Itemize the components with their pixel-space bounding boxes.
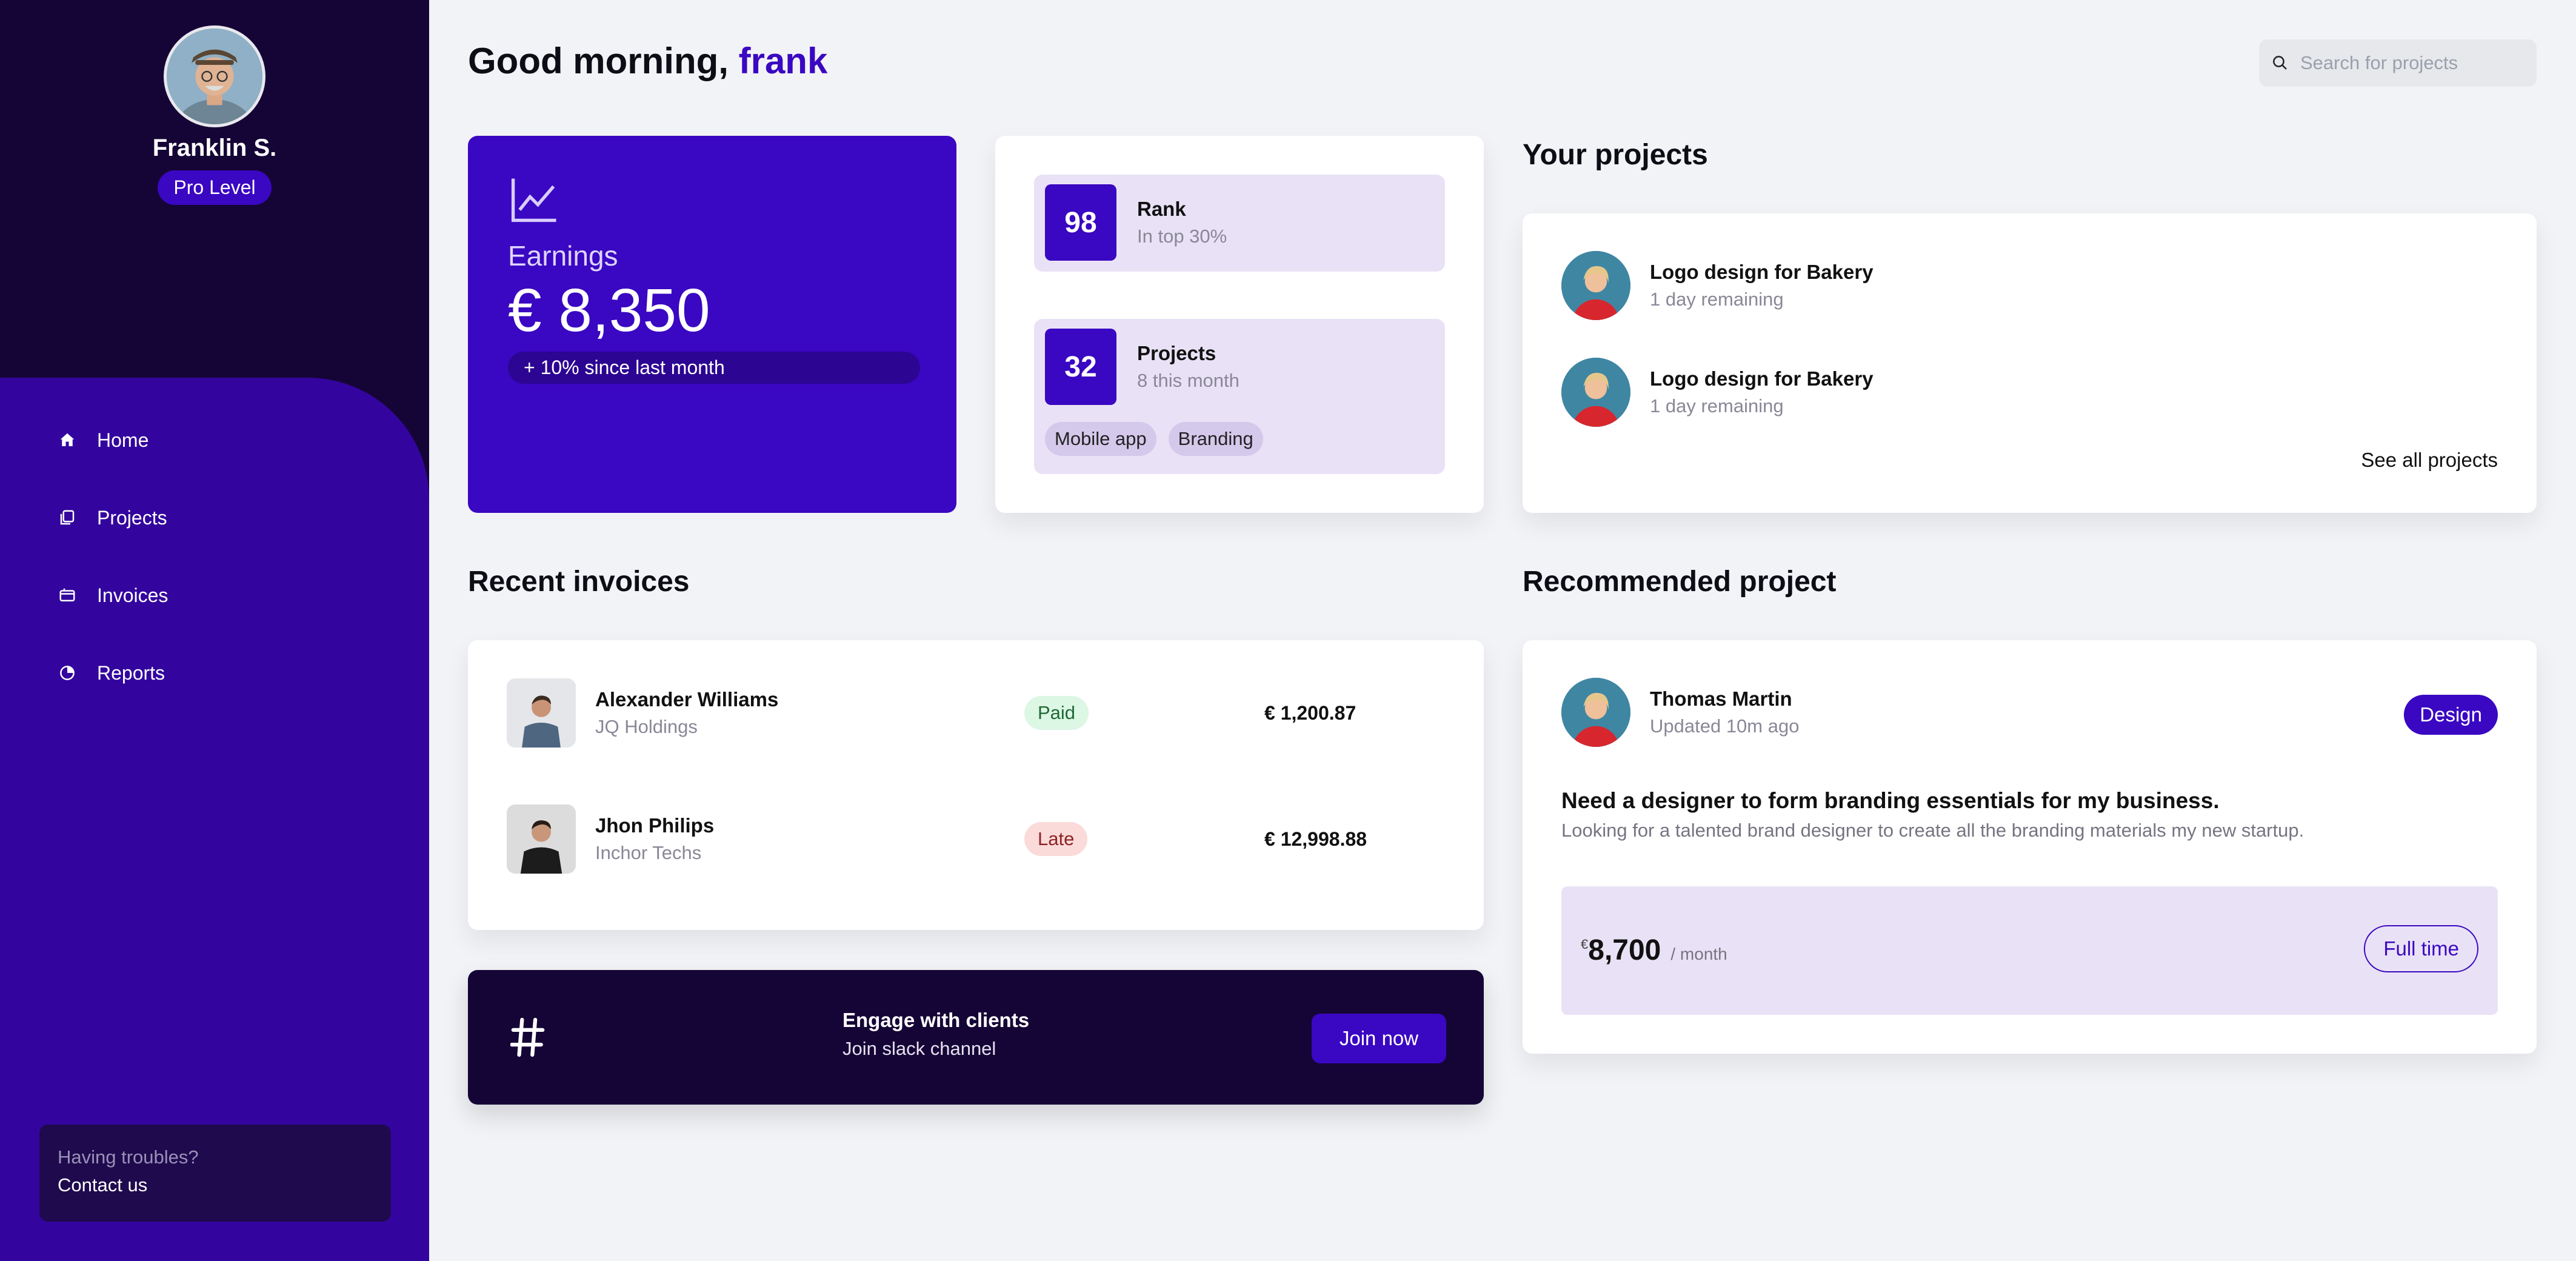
- sidebar-item-home[interactable]: Home: [0, 418, 429, 462]
- table-row[interactable]: Alexander Williams JQ Holdings Paid € 1,…: [507, 678, 1445, 748]
- sidebar-item-label: Reports: [97, 661, 165, 684]
- recommended-project-heading: Need a designer to form branding essenti…: [1561, 788, 2220, 813]
- profile-name: Franklin S.: [152, 135, 277, 161]
- rank-title: Rank: [1137, 198, 1186, 220]
- home-icon: [60, 433, 75, 446]
- recommended-person-name: Thomas Martin: [1650, 687, 1792, 710]
- list-item[interactable]: Logo design for Bakery 1 day remaining: [1561, 358, 2498, 427]
- avatar: [1561, 251, 1630, 320]
- rank-subtitle: In top 30%: [1137, 226, 1227, 247]
- invoice-client-name: Alexander Williams: [595, 688, 779, 711]
- engage-banner: Engage with clients Join slack channel J…: [468, 970, 1484, 1105]
- invoice-company: JQ Holdings: [595, 716, 698, 737]
- project-remaining: 1 day remaining: [1650, 289, 1784, 310]
- recommended-project-title: Recommended project: [1523, 566, 1837, 598]
- avatar: [1561, 678, 1630, 747]
- stats-card: 98 Rank In top 30% 32 Projects 8 this mo…: [995, 136, 1484, 513]
- price-amount: 8,700: [1588, 934, 1661, 966]
- sidebar-item-projects[interactable]: Projects: [0, 496, 429, 540]
- your-projects-title: Your projects: [1523, 139, 1708, 171]
- tag-chip[interactable]: Mobile app: [1045, 422, 1156, 456]
- price-currency: €: [1581, 937, 1589, 952]
- projects-number: 32: [1045, 329, 1116, 405]
- earnings-card: Earnings € 8,350 + 10% since last month: [468, 136, 956, 513]
- search-input[interactable]: [2300, 52, 2531, 74]
- join-now-button[interactable]: Join now: [1312, 1014, 1446, 1063]
- see-all-projects-link[interactable]: See all projects: [2361, 449, 2498, 472]
- recommended-project-card: Thomas Martin Updated 10m ago Design Nee…: [1523, 640, 2537, 1054]
- earnings-value: € 8,350: [508, 276, 710, 344]
- invoice-client-name: Jhon Philips: [595, 814, 715, 837]
- tag-chip[interactable]: Branding: [1168, 422, 1263, 456]
- sidebar-item-label: Projects: [97, 506, 167, 529]
- reports-icon: [60, 666, 75, 680]
- rank-number: 98: [1045, 184, 1116, 261]
- full-time-button[interactable]: Full time: [2364, 925, 2478, 972]
- projects-title: Projects: [1137, 342, 1216, 364]
- projects-subtitle: 8 this month: [1137, 370, 1240, 391]
- greeting-text: Good morning,: [468, 41, 729, 81]
- your-projects-card: Logo design for Bakery 1 day remaining L…: [1523, 213, 2537, 513]
- rank-stat: 98 Rank In top 30%: [1034, 175, 1445, 272]
- line-chart-icon: [511, 178, 556, 222]
- recent-invoices-title: Recent invoices: [468, 566, 690, 598]
- profile: Franklin S. Pro Level: [0, 25, 429, 205]
- hashtag-icon: [510, 1017, 545, 1057]
- help-question: Having troubles?: [58, 1146, 199, 1168]
- invoice-amount: € 1,200.87: [1264, 701, 1356, 724]
- status-badge: Paid: [1024, 696, 1089, 730]
- recommended-price-box: € 8,700 / month Full time: [1561, 886, 2498, 1015]
- sidebar: Franklin S. Pro Level Home Projects Invo…: [0, 0, 429, 1261]
- invoice-amount: € 12,998.88: [1264, 828, 1367, 850]
- projects-icon: [60, 510, 75, 525]
- project-remaining: 1 day remaining: [1650, 395, 1784, 416]
- projects-stat: 32 Projects 8 this month Mobile app Bran…: [1034, 319, 1445, 474]
- design-tag-button[interactable]: Design: [2404, 695, 2498, 735]
- earnings-label: Earnings: [508, 240, 618, 272]
- sidebar-item-reports[interactable]: Reports: [0, 651, 429, 695]
- recommended-project-description: Looking for a talented brand designer to…: [1561, 820, 2304, 841]
- avatar: [507, 678, 576, 748]
- search-icon: [2273, 56, 2287, 70]
- sidebar-nav: Home Projects Invoices Reports: [0, 418, 429, 729]
- recent-invoices-card: Alexander Williams JQ Holdings Paid € 1,…: [468, 640, 1484, 930]
- invoice-company: Inchor Techs: [595, 842, 702, 863]
- help-box: Having troubles? Contact us: [39, 1125, 391, 1222]
- status-badge: Late: [1024, 822, 1088, 856]
- engage-subtitle: Join slack channel: [843, 1038, 996, 1059]
- engage-title: Engage with clients: [843, 1009, 1030, 1031]
- invoices-icon: [59, 588, 75, 601]
- profile-avatar[interactable]: [164, 25, 265, 127]
- page-title: Good morning, frank: [468, 40, 827, 82]
- profile-level-badge: Pro Level: [158, 170, 272, 205]
- sidebar-item-label: Home: [97, 429, 149, 451]
- project-title: Logo design for Bakery: [1650, 261, 1874, 283]
- search-box[interactable]: [2259, 39, 2537, 87]
- project-tags: Mobile app Branding: [1045, 422, 1434, 456]
- sidebar-item-label: Invoices: [97, 584, 169, 606]
- greeting-user-name: frank: [738, 41, 828, 81]
- earnings-delta: + 10% since last month: [508, 352, 920, 384]
- project-title: Logo design for Bakery: [1650, 367, 1874, 390]
- list-item[interactable]: Logo design for Bakery 1 day remaining: [1561, 251, 2498, 320]
- recommended-updated: Updated 10m ago: [1650, 715, 1800, 737]
- table-row[interactable]: Jhon Philips Inchor Techs Late € 12,998.…: [507, 804, 1445, 874]
- sidebar-item-invoices[interactable]: Invoices: [0, 574, 429, 617]
- price-period: / month: [1670, 945, 1727, 963]
- contact-us-link[interactable]: Contact us: [58, 1174, 373, 1196]
- avatar: [507, 804, 576, 874]
- avatar: [1561, 358, 1630, 427]
